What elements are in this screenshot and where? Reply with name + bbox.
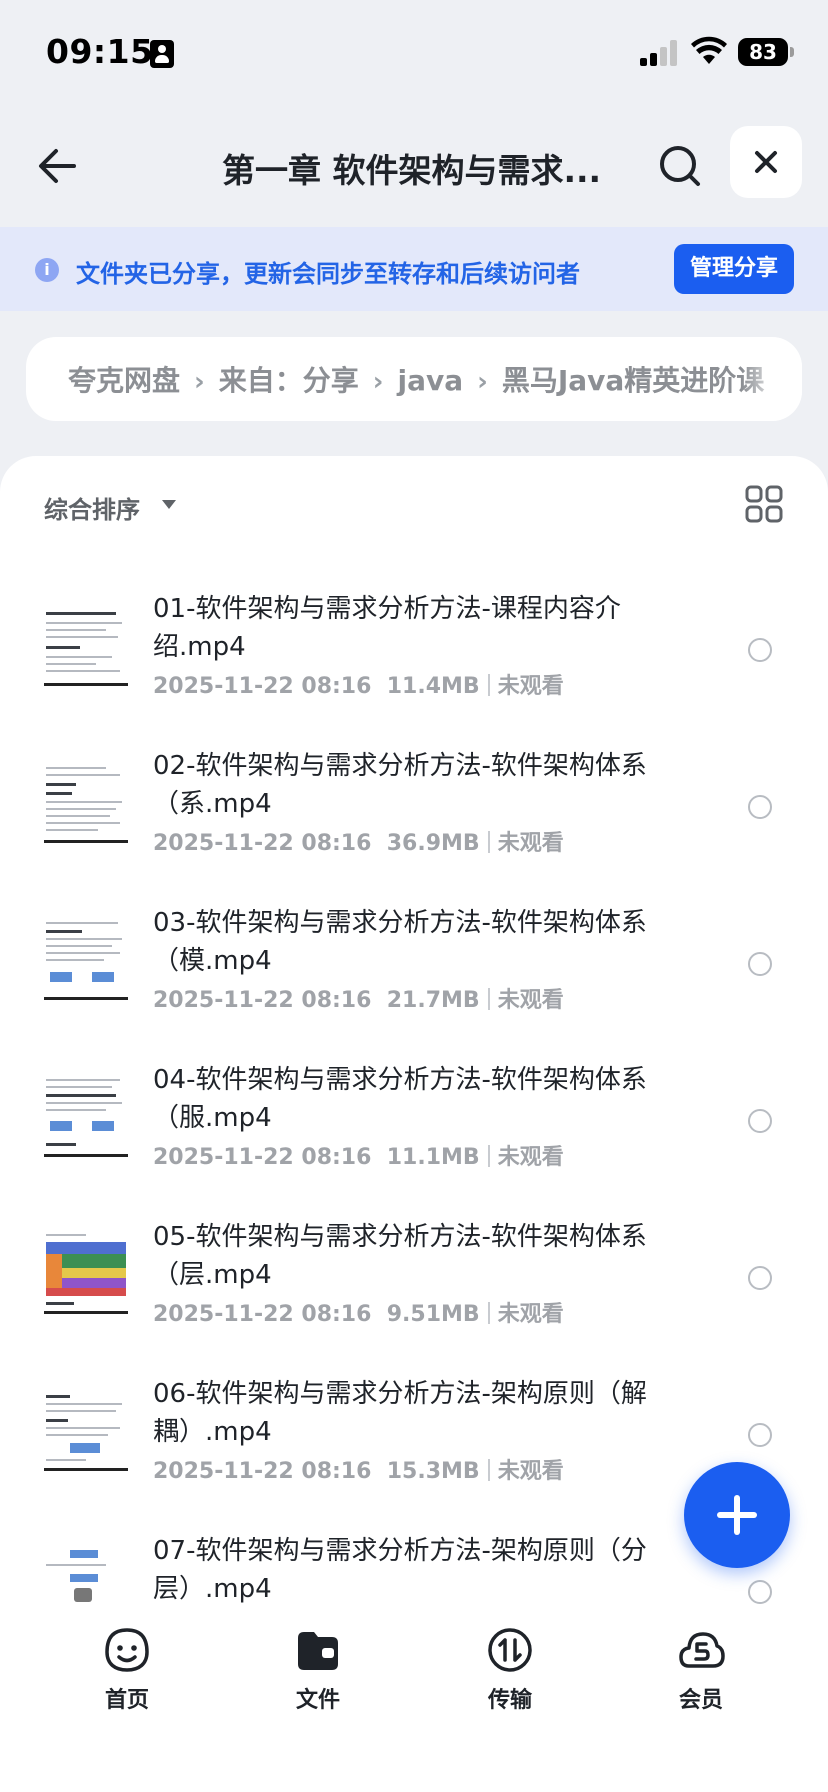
file-meta: 2025-11-22 08:16 15.3MB 未观看 (153, 1453, 564, 1485)
video-thumbnail (44, 1073, 128, 1157)
file-date: 2025-11-22 08:16 (153, 1459, 372, 1484)
file-size: 11.1MB (386, 1145, 480, 1170)
nav-item-home[interactable]: 首页 (67, 1622, 187, 1713)
nav-label: 文件 (295, 1688, 340, 1713)
file-name: 02-软件架构与需求分析方法-软件架构体系（系.mp4 (153, 751, 647, 819)
select-checkbox[interactable] (748, 1266, 772, 1290)
status-time: 09:15 (46, 32, 154, 71)
video-thumbnail (44, 1230, 128, 1314)
nav-label: 传输 (487, 1688, 532, 1713)
breadcrumb: 夸克网盘 › 来自：分享 › java › 黑马Java精英进阶课 (26, 337, 802, 421)
caret-down-icon (162, 500, 176, 509)
file-date: 2025-11-22 08:16 (153, 674, 372, 699)
video-thumbnail (44, 1387, 128, 1471)
nav-item-transfer[interactable]: 传输 (450, 1622, 570, 1713)
close-button[interactable] (730, 126, 802, 198)
status-bar: 09:15 83 (0, 0, 828, 100)
file-row[interactable]: 04-软件架构与需求分析方法-软件架构体系（服.mp4 2025-11-22 0… (0, 1051, 828, 1201)
file-size: 15.3MB (386, 1459, 480, 1484)
file-size: 11.4MB (386, 674, 480, 699)
close-icon (755, 151, 777, 173)
search-icon[interactable] (652, 138, 708, 194)
focus-person-icon (150, 40, 174, 68)
nav-item-vip[interactable]: 会员 (641, 1622, 761, 1713)
select-checkbox[interactable] (748, 638, 772, 662)
video-thumbnail (44, 916, 128, 1000)
grid-view-icon[interactable] (744, 484, 784, 524)
chevron-right-icon: › (477, 367, 488, 397)
select-checkbox[interactable] (748, 1109, 772, 1133)
file-size: 36.9MB (386, 831, 480, 856)
file-name: 07-软件架构与需求分析方法-架构原则（分层）.mp4 (153, 1536, 647, 1604)
breadcrumb-item-java[interactable]: java (397, 364, 463, 397)
video-thumbnail (44, 759, 128, 843)
folder-icon (298, 1632, 338, 1670)
back-arrow-icon[interactable] (30, 138, 86, 194)
breadcrumb-item-course[interactable]: 黑马Java精英进阶课 (502, 364, 764, 397)
chevron-right-icon: › (194, 367, 205, 397)
file-date: 2025-11-22 08:16 (153, 1302, 372, 1327)
file-row[interactable]: 05-软件架构与需求分析方法-软件架构体系（层.mp4 2025-11-22 0… (0, 1208, 828, 1358)
file-list-panel: 综合排序 01-软件架构与需求分析方法-课程内容介绍.mp4 2025-11-2… (0, 456, 828, 1606)
file-row[interactable]: 03-软件架构与需求分析方法-软件架构体系（模.mp4 2025-11-22 0… (0, 894, 828, 1044)
breadcrumb-item-from-share[interactable]: 来自：分享 (219, 364, 359, 397)
select-checkbox[interactable] (748, 952, 772, 976)
share-notice-text: 文件夹已分享，更新会同步至转存和后续访问者 (76, 260, 580, 288)
watch-status: 未观看 (497, 831, 564, 856)
file-name: 03-软件架构与需求分析方法-软件架构体系（模.mp4 (153, 908, 647, 976)
chevron-right-icon: › (372, 367, 384, 397)
select-checkbox[interactable] (748, 795, 772, 819)
battery-indicator: 83 (738, 38, 794, 66)
home-face-icon (105, 1628, 149, 1672)
file-name: 01-软件架构与需求分析方法-课程内容介绍.mp4 (153, 594, 621, 662)
file-meta: 2025-11-22 08:16 36.9MB 未观看 (153, 825, 564, 857)
file-name: 04-软件架构与需求分析方法-软件架构体系（服.mp4 (153, 1065, 647, 1133)
header: 第一章 软件架构与需求... (0, 120, 828, 210)
file-meta: 2025-11-22 08:16 11.1MB 未观看 (153, 1139, 564, 1171)
watch-status: 未观看 (497, 1302, 564, 1327)
video-thumbnail (44, 602, 128, 686)
bottom-nav: 首页 文件 传输 会员 (0, 1606, 828, 1792)
vip-cloud-icon (679, 1632, 725, 1668)
select-checkbox[interactable] (748, 1423, 772, 1447)
file-name: 06-软件架构与需求分析方法-架构原则（解耦）.mp4 (153, 1379, 647, 1447)
nav-label: 首页 (104, 1688, 149, 1713)
file-size: 21.7MB (386, 988, 480, 1013)
cellular-signal-icon (640, 40, 680, 66)
watch-status: 未观看 (497, 988, 564, 1013)
file-row[interactable]: 01-软件架构与需求分析方法-课程内容介绍.mp4 2025-11-22 08:… (0, 580, 828, 730)
file-size: 9.51MB (386, 1302, 480, 1327)
transfer-icon (488, 1628, 532, 1672)
file-date: 2025-11-22 08:16 (153, 988, 372, 1013)
file-row[interactable]: 02-软件架构与需求分析方法-软件架构体系（系.mp4 2025-11-22 0… (0, 737, 828, 887)
select-checkbox[interactable] (748, 1580, 772, 1604)
watch-status: 未观看 (497, 1459, 564, 1484)
nav-item-files[interactable]: 文件 (258, 1622, 378, 1713)
page-title: 第一章 软件架构与需求... (222, 151, 602, 190)
file-meta: 2025-11-22 08:16 9.51MB 未观看 (153, 1296, 564, 1328)
file-name: 05-软件架构与需求分析方法-软件架构体系（层.mp4 (153, 1222, 647, 1290)
nav-label: 会员 (678, 1688, 723, 1713)
watch-status: 未观看 (497, 1145, 564, 1170)
file-date: 2025-11-22 08:16 (153, 831, 372, 856)
sort-label: 综合排序 (44, 496, 140, 524)
file-meta: 2025-11-22 08:16 21.7MB 未观看 (153, 982, 564, 1014)
add-fab-button[interactable] (684, 1462, 790, 1568)
watch-status: 未观看 (497, 674, 564, 699)
video-thumbnail (44, 1544, 128, 1606)
wifi-icon (691, 36, 727, 64)
file-date: 2025-11-22 08:16 (153, 1145, 372, 1170)
info-icon: i (35, 258, 59, 282)
manage-share-button[interactable]: 管理分享 (674, 244, 794, 294)
breadcrumb-item-root[interactable]: 夸克网盘 (68, 364, 180, 397)
file-meta: 2025-11-22 08:16 11.4MB 未观看 (153, 668, 564, 700)
share-notice-banner: i 文件夹已分享，更新会同步至转存和后续访问者 管理分享 (0, 227, 828, 311)
